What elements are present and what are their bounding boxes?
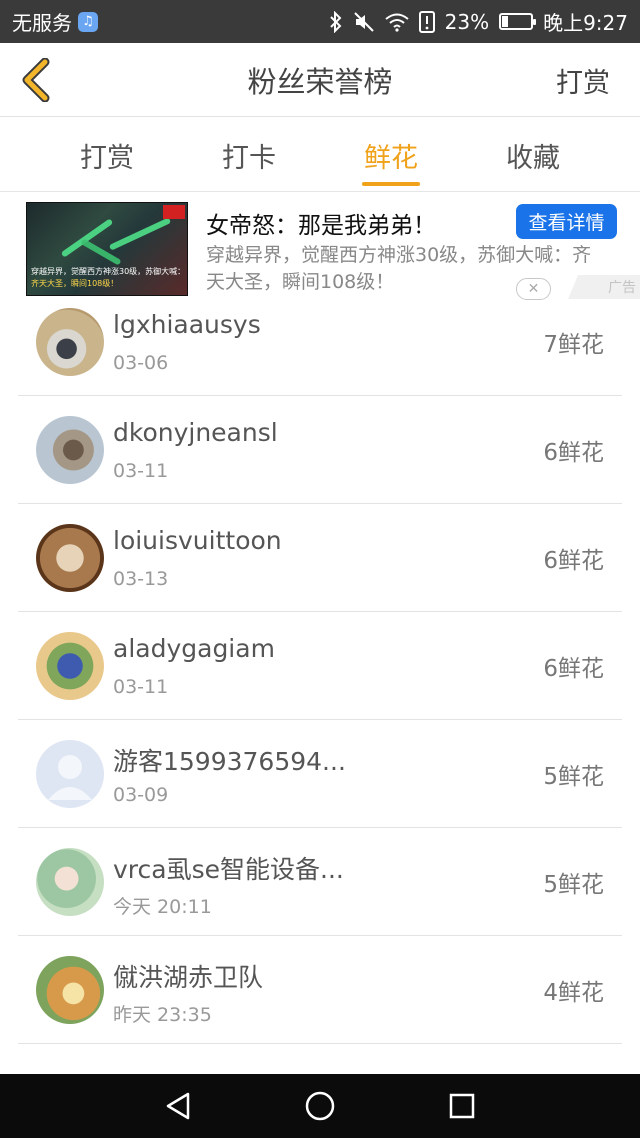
flower-count: 7鲜花 xyxy=(543,332,604,358)
ad-details-button[interactable]: 查看详情 xyxy=(516,204,617,239)
tab-label: 打卡 xyxy=(222,142,276,174)
battery-percent: 23% xyxy=(444,9,490,34)
avatar xyxy=(36,308,104,376)
fan-name: 游客1599376594... xyxy=(113,747,346,776)
square-recents-icon xyxy=(449,1093,475,1119)
triangle-back-icon xyxy=(166,1092,190,1120)
tab-label: 打赏 xyxy=(80,142,134,174)
avatar xyxy=(36,848,104,916)
avatar xyxy=(36,632,104,700)
avatar xyxy=(36,956,104,1024)
system-nav-bar xyxy=(0,1074,640,1138)
music-app-icon: ♫ xyxy=(78,11,98,32)
tab-label: 鲜花 xyxy=(364,142,418,174)
wifi-icon xyxy=(384,12,409,32)
fan-name: 僦洪湖赤卫队 xyxy=(113,963,264,992)
list-item[interactable]: 游客1599376594... 03-09 5鲜花 xyxy=(18,720,622,828)
list-item[interactable]: 僦洪湖赤卫队 昨天 23:35 4鲜花 xyxy=(18,936,622,1044)
list-item[interactable]: aladygagiam 03-11 6鲜花 xyxy=(18,612,622,720)
fan-date: 03-11 xyxy=(113,460,169,482)
battery-icon xyxy=(499,13,537,30)
circle-home-icon xyxy=(305,1091,335,1121)
list-item[interactable]: vrca虱se智能设备... 今天 20:11 5鲜花 xyxy=(18,828,622,936)
back-button[interactable] xyxy=(14,55,58,105)
list-item[interactable]: dkonyjneansl 03-11 6鲜花 xyxy=(18,396,622,504)
fan-name: loiuisvuittoon xyxy=(113,526,282,555)
default-user-icon xyxy=(48,755,92,800)
clock: 晚上9:27 xyxy=(543,11,628,35)
avatar xyxy=(36,416,104,484)
status-bar: 无服务 ♫ 23% 晚上9:27 xyxy=(0,0,640,43)
nav-recents-button[interactable] xyxy=(444,1088,480,1124)
fan-date: 03-06 xyxy=(113,352,169,374)
mute-icon xyxy=(353,11,375,33)
tab-flowers[interactable]: 鲜花 xyxy=(326,118,456,192)
status-bar-right: 23% 晚上9:27 xyxy=(329,0,628,43)
fan-date: 昨天 23:35 xyxy=(113,1004,212,1026)
battery-level-fill xyxy=(502,16,509,27)
fan-name: aladygagiam xyxy=(113,634,275,663)
status-bar-left: 无服务 ♫ xyxy=(12,0,98,43)
active-tab-indicator xyxy=(362,182,420,186)
chevron-left-icon xyxy=(22,58,50,102)
ad-banner[interactable]: 穿越异界，觉醒西方神涨30级，苏御大喊： 齐天大圣，瞬间108级！ 女帝怒：那是… xyxy=(0,192,640,300)
header-bar: 粉丝荣誉榜 打赏 xyxy=(0,43,640,117)
alert-sim-icon xyxy=(418,10,435,33)
flower-count: 5鲜花 xyxy=(543,872,604,898)
carrier-label: 无服务 xyxy=(12,11,72,35)
reward-button[interactable]: 打赏 xyxy=(556,43,610,117)
page-title: 粉丝荣誉榜 xyxy=(247,65,393,99)
fan-name: dkonyjneansl xyxy=(113,418,278,447)
flower-count: 6鲜花 xyxy=(543,440,604,466)
bluetooth-icon xyxy=(329,10,343,33)
flower-count: 5鲜花 xyxy=(543,764,604,790)
flower-count: 6鲜花 xyxy=(543,656,604,682)
tab-checkin[interactable]: 打卡 xyxy=(184,118,314,192)
flower-count: 4鲜花 xyxy=(543,980,604,1006)
ad-title: 女帝怒：那是我弟弟！ xyxy=(206,213,436,239)
ad-image-caption: 穿越异界，觉醒西方神涨30级，苏御大喊： xyxy=(31,267,186,276)
fan-date: 03-09 xyxy=(113,784,169,806)
tab-reward[interactable]: 打赏 xyxy=(42,118,172,192)
ad-image[interactable]: 穿越异界，觉醒西方神涨30级，苏御大喊： 齐天大圣，瞬间108级！ xyxy=(26,202,188,296)
flower-count: 6鲜花 xyxy=(543,548,604,574)
fan-name: lgxhiaausys xyxy=(113,310,261,339)
tab-label: 收藏 xyxy=(506,142,560,174)
nav-home-button[interactable] xyxy=(302,1088,338,1124)
ad-image-decoration xyxy=(108,217,172,251)
tab-bar: 打赏 打卡 鲜花 收藏 xyxy=(0,118,640,192)
list-item[interactable]: loiuisvuittoon 03-13 6鲜花 xyxy=(18,504,622,612)
list-item[interactable]: lgxhiaausys 03-06 7鲜花 xyxy=(18,288,622,396)
avatar xyxy=(36,740,104,808)
ad-image-tag xyxy=(163,205,185,219)
fan-date: 03-11 xyxy=(113,676,169,698)
fan-name: vrca虱se智能设备... xyxy=(113,855,344,884)
tab-favorites[interactable]: 收藏 xyxy=(468,118,598,192)
avatar xyxy=(36,524,104,592)
nav-back-button[interactable] xyxy=(160,1088,196,1124)
fan-date: 03-13 xyxy=(113,568,169,590)
fan-date: 今天 20:11 xyxy=(113,896,212,918)
